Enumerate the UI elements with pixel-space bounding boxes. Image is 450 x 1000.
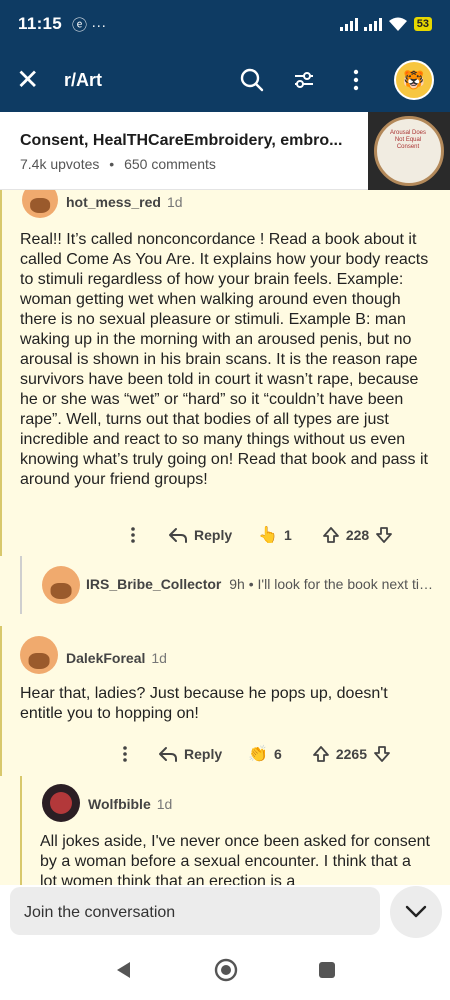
upvote-icon[interactable] [312,745,330,763]
downvote-icon[interactable] [373,745,391,763]
comment: hot_mess_red 1d Real!! It’s called noncon… [0,190,450,556]
kebab-menu-icon [353,69,359,91]
avatar[interactable] [42,566,80,604]
clapping-hands-award-icon: 👏 [248,746,269,763]
username[interactable]: hot_mess_red [66,194,161,210]
reply-label: Reply [194,527,233,543]
composer-bar: Join the conversation [0,885,450,940]
signal-icon [339,17,358,31]
collapse-button[interactable] [390,886,442,938]
comment-body: All jokes aside, I've never once been as… [40,833,430,885]
reply-button[interactable]: Reply [158,746,222,762]
award-count: 1 [284,527,292,543]
upvote-count: 7.4k upvotes [20,156,100,172]
pointing-hand-award-icon: 👆 [258,527,279,544]
username[interactable]: Wolfbible [88,796,151,812]
post-header[interactable]: Consent, HealTHCareEmbroidery, embro... … [0,112,450,190]
award-count: 6 [274,746,282,762]
comments-section: hot_mess_red 1d Real!! It’s called noncon… [0,190,450,885]
post-meta: 7.4k upvotes • 650 comments [20,156,216,172]
more-options-button[interactable] [126,527,140,543]
post-thumbnail[interactable]: Arousal Does Not Equal Consent [368,112,450,190]
post-title[interactable]: Consent, HealTHCareEmbroidery, embro... [20,132,360,150]
username[interactable]: IRS_Bribe_Collector [86,576,221,592]
subreddit-name[interactable]: r/Art [64,70,102,91]
recents-icon[interactable] [318,961,336,979]
header-actions: 🐯 [238,60,434,100]
comment-author: Wolfbible 1d [88,796,172,814]
vote-score: 228 [345,527,370,543]
vote-controls: 228 [322,526,393,544]
reply-snippet: I'll look for the book next time I go to… [257,576,436,592]
status-right: 53 [339,17,432,32]
thread-rail [20,776,22,885]
comment-actions: Reply 👏 6 2265 [118,744,391,764]
close-button[interactable]: ✕ [16,66,56,94]
comment-author: DalekForeal 1d [66,650,167,668]
comment-actions: Reply 👆 1 228 [126,525,393,545]
meta-separator: • [109,156,115,172]
top-bar: 11:15 ⓔ ··· 53 ✕ r/Art 🐯 [0,0,450,112]
chevron-down-icon [405,905,427,918]
avatar[interactable] [42,784,80,822]
comment-author: hot_mess_red 1d [66,194,183,212]
comment-count: 650 comments [124,156,216,172]
award-button[interactable]: 👏 6 [248,744,282,764]
notification-icons: ⓔ ··· [72,16,107,34]
reply-label: Reply [184,746,223,762]
comment-age: 9h [229,576,245,592]
join-conversation-input[interactable]: Join the conversation [10,887,380,935]
sort-button[interactable] [290,66,318,94]
sort-filter-icon [295,72,313,88]
back-icon[interactable] [114,960,134,980]
upvote-icon[interactable] [322,526,340,544]
comment: DalekForeal 1d Hear that, ladies? Just be… [0,626,450,776]
battery-icon: 53 [413,17,432,31]
vote-score: 2265 [335,746,367,762]
more-options-button[interactable] [342,66,370,94]
comment-age: 1d [151,650,167,666]
thread-rail [0,190,2,556]
collapsed-reply-line: IRS_Bribe_Collector 9h • I'll look for t… [86,576,436,592]
award-button[interactable]: 👆 1 [258,525,292,545]
thumbnail-caption: Arousal Does Not Equal Consent [389,130,427,150]
reply-arrow-icon [159,747,177,762]
username[interactable]: DalekForeal [66,650,145,666]
reply-arrow-icon [169,528,187,543]
thread-rail [0,626,2,776]
status-time: 11:15 [18,14,63,33]
search-icon [240,68,264,92]
more-options-button[interactable] [118,746,132,762]
user-avatar[interactable]: 🐯 [394,60,434,100]
avatar[interactable] [20,636,58,674]
collapsed-reply[interactable]: IRS_Bribe_Collector 9h • I'll look for t… [20,556,450,614]
meta-separator: • [248,576,254,592]
downvote-icon[interactable] [375,526,393,544]
avatar[interactable] [22,190,58,218]
comment-body: Real!! It’s called nonconcordance ! Read… [20,231,429,488]
comment: Wolfbible 1d All jokes aside, I've never … [0,776,450,885]
wifi-icon [388,17,407,31]
system-nav-bar [0,940,450,1000]
status-bar: 11:15 ⓔ ··· 53 [0,0,450,48]
kebab-menu-icon [123,746,127,762]
embroidery-hoop-image [374,116,444,186]
signal-icon-2 [363,17,382,31]
kebab-menu-icon [131,527,135,543]
app-header: ✕ r/Art 🐯 [0,48,450,112]
reply-button[interactable]: Reply [168,527,232,543]
vote-controls: 2265 [312,745,391,763]
comment-body: Hear that, ladies? Just because he pops … [20,685,388,722]
comment-age: 1d [156,796,173,812]
comment-age: 1d [166,194,183,210]
search-button[interactable] [238,66,266,94]
home-icon[interactable] [214,958,238,982]
